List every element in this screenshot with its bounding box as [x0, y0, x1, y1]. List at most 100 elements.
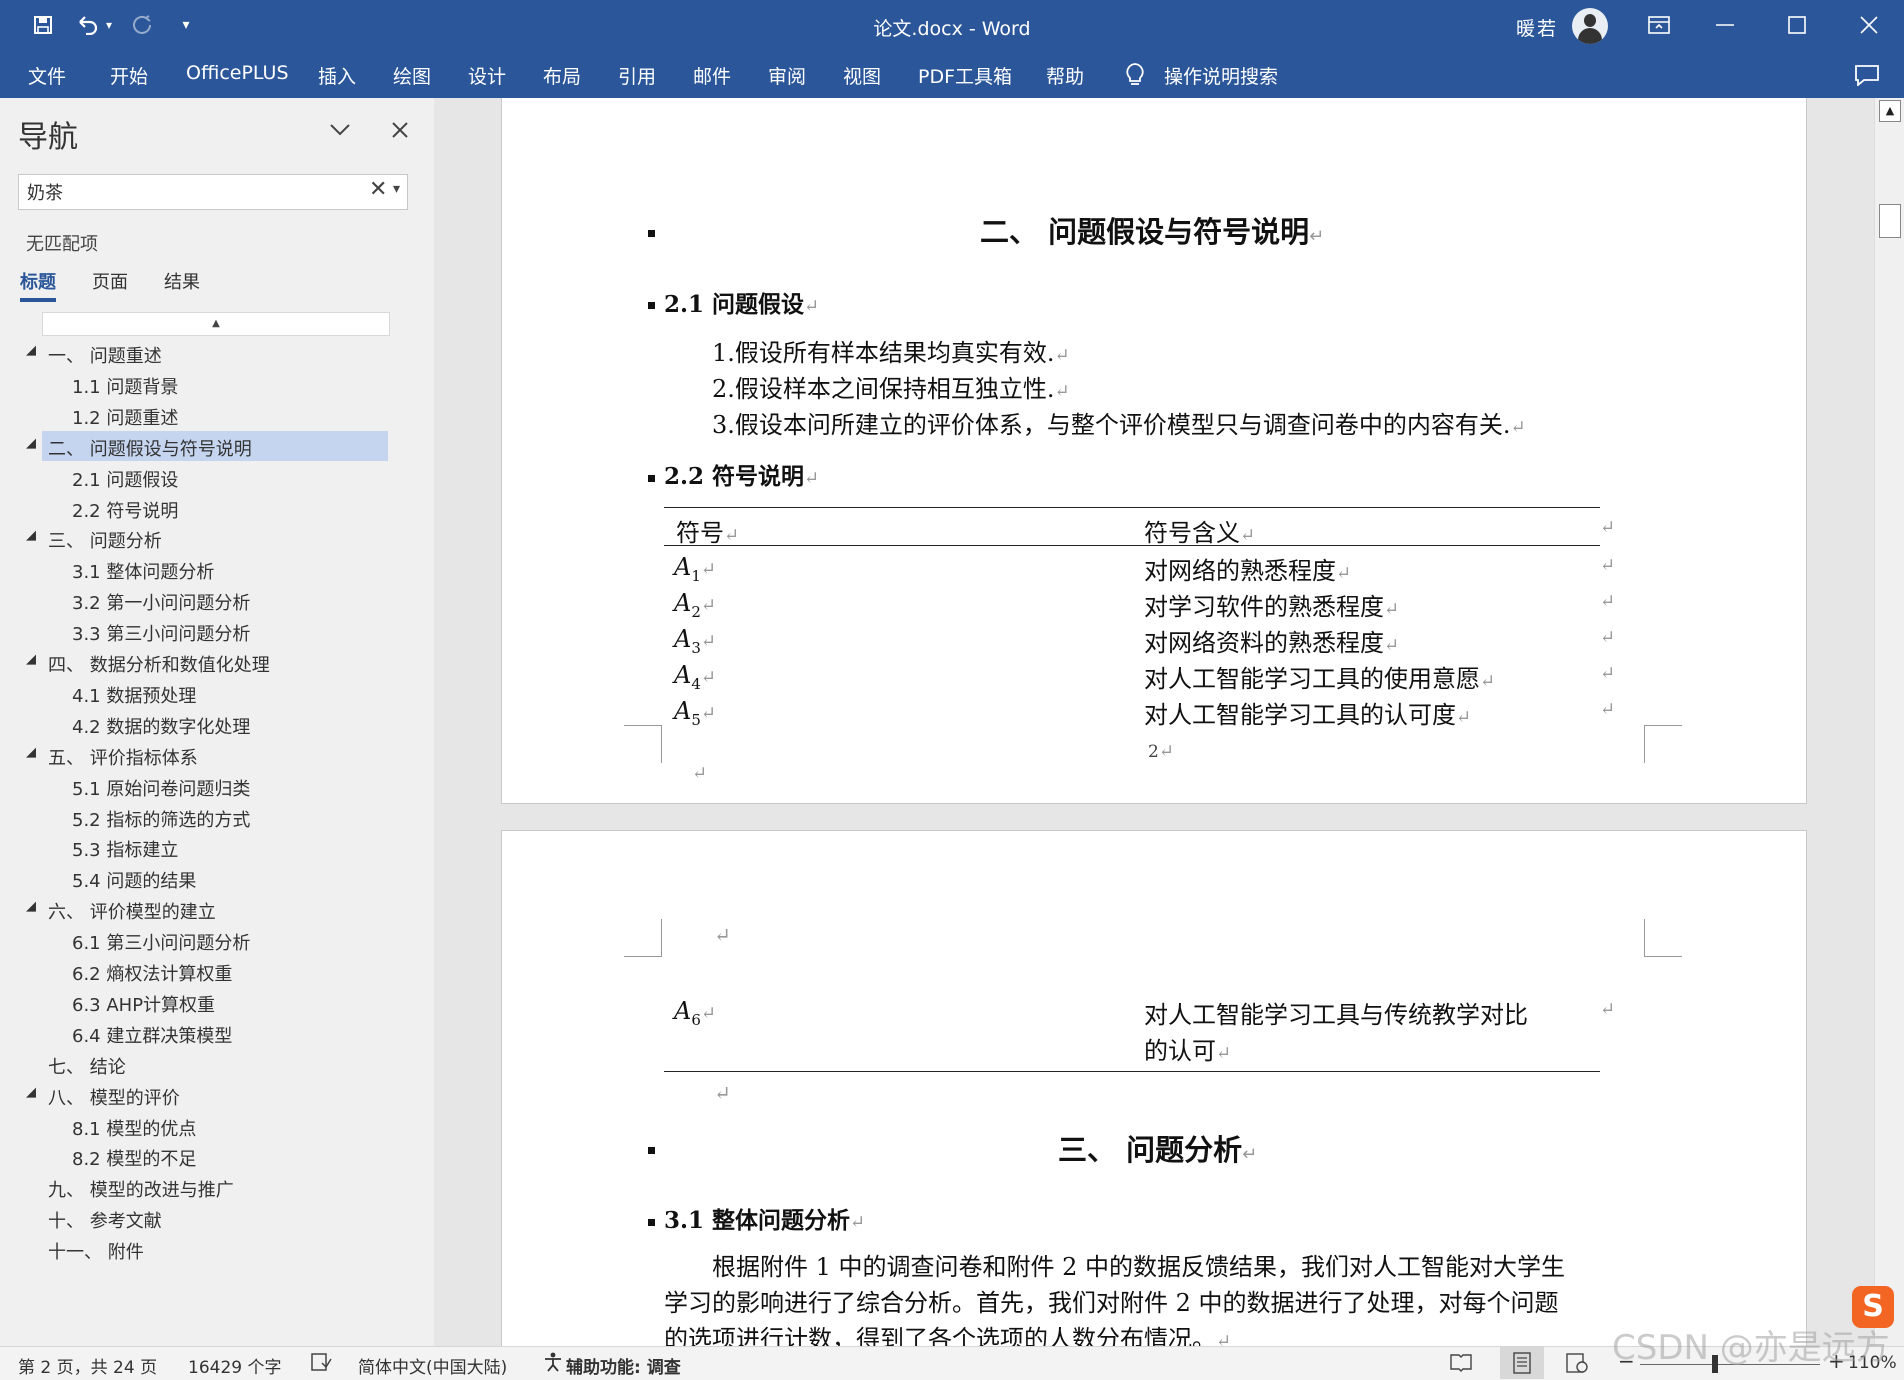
outline-label: 6.4 建立群决策模型	[72, 1025, 233, 1047]
outline-heading-2[interactable]: 1.1 问题背景	[0, 369, 434, 399]
outline-heading-2[interactable]: 8.2 模型的不足	[0, 1141, 434, 1171]
tab-pdf-toolbox[interactable]: PDF工具箱	[918, 62, 1012, 89]
symbol-cell: A2↵	[674, 589, 716, 621]
outline-heading-1[interactable]: 九、 模型的改进与推广	[0, 1172, 434, 1202]
expand-triangle-icon[interactable]: ◢	[26, 1085, 36, 1100]
outline-heading-1[interactable]: 十、 参考文献	[0, 1203, 434, 1233]
tab-references[interactable]: 引用	[618, 62, 656, 89]
tab-design[interactable]: 设计	[468, 62, 506, 89]
paragraph-mark: ↵	[714, 1081, 731, 1105]
outline-label: 八、 模型的评价	[48, 1087, 180, 1109]
print-layout-icon[interactable]	[1500, 1347, 1544, 1379]
scroll-up-arrow-icon[interactable]: ▲	[1879, 100, 1901, 122]
outline-heading-2[interactable]: 1.2 问题重述	[0, 400, 434, 430]
close-window-icon[interactable]	[1836, 0, 1902, 50]
outline-heading-2[interactable]: 6.4 建立群决策模型	[0, 1018, 434, 1048]
tab-mailings[interactable]: 邮件	[693, 62, 731, 89]
expand-triangle-icon[interactable]: ◢	[26, 745, 36, 760]
language[interactable]: 简体中文(中国大陆)	[358, 1353, 507, 1378]
outline-heading-1[interactable]: ◢ 四、 数据分析和数值化处理	[0, 647, 434, 677]
outline-heading-1[interactable]: 七、 结论	[0, 1049, 434, 1079]
outline-label: 六、 评价模型的建立	[48, 902, 216, 924]
outline-heading-2[interactable]: 2.1 问题假设	[0, 462, 434, 492]
outline-heading-1[interactable]: ◢ 一、 问题重述	[0, 338, 434, 368]
document-page[interactable]: ↵ A6↵ 对人工智能学习工具与传统教学对比 的认可↵ ↵ ↵ 三、 问题分析↵…	[501, 830, 1807, 1346]
outline-heading-1[interactable]: ◢ 六、 评价模型的建立	[0, 894, 434, 924]
tab-review[interactable]: 审阅	[768, 62, 806, 89]
tab-home[interactable]: 开始	[110, 62, 148, 89]
clear-search-icon[interactable]: ✕	[369, 177, 387, 202]
meaning-cell: 对学习软件的熟悉程度↵	[1144, 593, 1400, 621]
close-icon[interactable]	[386, 116, 414, 144]
outline-heading-2[interactable]: 5.3 指标建立	[0, 832, 434, 862]
paragraph-bullet	[648, 230, 655, 237]
document-canvas[interactable]: 二、 问题假设与符号说明↵ 2.1 问题假设↵ 1.假设所有样本结果均真实有效.…	[434, 98, 1874, 1346]
outline-label: 3.3 第三小问问题分析	[72, 624, 251, 646]
tab-view[interactable]: 视图	[843, 62, 881, 89]
outline-heading-2[interactable]: 5.2 指标的筛选的方式	[0, 802, 434, 832]
outline-label: 四、 数据分析和数值化处理	[48, 655, 270, 676]
outline-heading-2[interactable]: 3.2 第一小问问题分析	[0, 585, 434, 615]
tab-file[interactable]: 文件	[28, 62, 66, 89]
outline-label: 5.4 问题的结果	[72, 871, 197, 893]
accessibility-icon[interactable]	[542, 1351, 564, 1378]
expand-triangle-icon[interactable]: ◢	[26, 652, 36, 667]
tab-draw[interactable]: 绘图	[393, 62, 431, 89]
paragraph-line: 根据附件 1 中的调查问卷和附件 2 中的数据反馈结果，我们对人工智能对大学生	[712, 1253, 1566, 1281]
tab-headings[interactable]: 标题	[20, 268, 56, 294]
document-page[interactable]: 二、 问题假设与符号说明↵ 2.1 问题假设↵ 1.假设所有样本结果均真实有效.…	[501, 98, 1807, 804]
outline-heading-2[interactable]: 6.2 熵权法计算权重	[0, 956, 434, 986]
proofing-icon[interactable]	[310, 1351, 332, 1378]
outline-heading-2[interactable]: 3.1 整体问题分析	[0, 554, 434, 584]
accessibility-status[interactable]: 辅助功能: 调查	[566, 1353, 681, 1378]
web-layout-icon[interactable]	[1566, 1352, 1588, 1379]
maximize-icon[interactable]	[1764, 0, 1830, 50]
outline-heading-2[interactable]: 6.1 第三小问问题分析	[0, 925, 434, 955]
outline-heading-2[interactable]: 3.3 第三小问问题分析	[0, 616, 434, 646]
table-bottom-rule	[664, 1071, 1600, 1072]
tab-pages[interactable]: 页面	[92, 268, 128, 294]
crop-mark	[1644, 919, 1682, 957]
search-options-chevron-icon[interactable]: ▾	[393, 181, 400, 197]
avatar[interactable]	[1572, 8, 1608, 44]
read-mode-icon[interactable]	[1450, 1352, 1472, 1377]
tab-layout[interactable]: 布局	[543, 62, 581, 89]
tab-insert[interactable]: 插入	[318, 62, 356, 89]
row-end-mark: ↵	[1600, 663, 1616, 684]
heading-section-2: 二、 问题假设与符号说明↵	[980, 215, 1325, 249]
outline-heading-2[interactable]: 5.4 问题的结果	[0, 863, 434, 893]
search-input[interactable]	[27, 178, 367, 206]
outline-label: 3.2 第一小问问题分析	[72, 593, 251, 615]
vertical-scrollbar[interactable]: ▲	[1874, 98, 1904, 1346]
page-count[interactable]: 第 2 页，共 24 页	[18, 1353, 157, 1378]
tab-results[interactable]: 结果	[164, 268, 200, 294]
tab-help[interactable]: 帮助	[1046, 62, 1084, 89]
expand-triangle-icon[interactable]: ◢	[26, 899, 36, 914]
expand-triangle-icon[interactable]: ◢	[26, 436, 36, 451]
word-count[interactable]: 16429 个字	[188, 1353, 281, 1378]
chevron-down-icon[interactable]	[326, 116, 354, 144]
outline-heading-2[interactable]: 6.3 AHP计算权重	[0, 987, 434, 1017]
scrollbar-thumb[interactable]	[1879, 204, 1901, 238]
outline-heading-2[interactable]: 2.2 符号说明	[0, 493, 434, 523]
outline-heading-2[interactable]: 8.1 模型的优点	[0, 1111, 434, 1141]
comments-icon[interactable]	[1854, 64, 1880, 86]
ribbon-display-options-icon[interactable]	[1626, 0, 1692, 50]
tell-me-search[interactable]: 操作说明搜索	[1164, 62, 1278, 89]
outline-heading-2[interactable]: 4.1 数据预处理	[0, 678, 434, 708]
heading-section-3: 三、 问题分析↵	[1058, 1133, 1258, 1167]
tab-officeplus[interactable]: OfficePLUS	[186, 62, 289, 84]
expand-triangle-icon[interactable]: ◢	[26, 528, 36, 543]
outline-heading-1[interactable]: ◢ 三、 问题分析	[0, 523, 434, 553]
outline-heading-1[interactable]: ◢ 二、 问题假设与符号说明	[0, 430, 434, 461]
outline-scroll-up-button[interactable]: ▲	[42, 312, 390, 336]
outline-heading-1[interactable]: ◢ 八、 模型的评价	[0, 1080, 434, 1110]
outline-heading-2[interactable]: 5.1 原始问卷问题归类	[0, 771, 434, 801]
user-name[interactable]: 暖若	[1516, 14, 1558, 41]
expand-triangle-icon[interactable]: ◢	[26, 343, 36, 358]
input-method-logo-icon[interactable]: S	[1852, 1286, 1894, 1328]
outline-heading-1[interactable]: ◢ 五、 评价指标体系	[0, 740, 434, 770]
outline-heading-2[interactable]: 4.2 数据的数字化处理	[0, 709, 434, 739]
minimize-icon[interactable]	[1692, 0, 1758, 50]
outline-heading-1[interactable]: 十一、 附件	[0, 1234, 434, 1264]
